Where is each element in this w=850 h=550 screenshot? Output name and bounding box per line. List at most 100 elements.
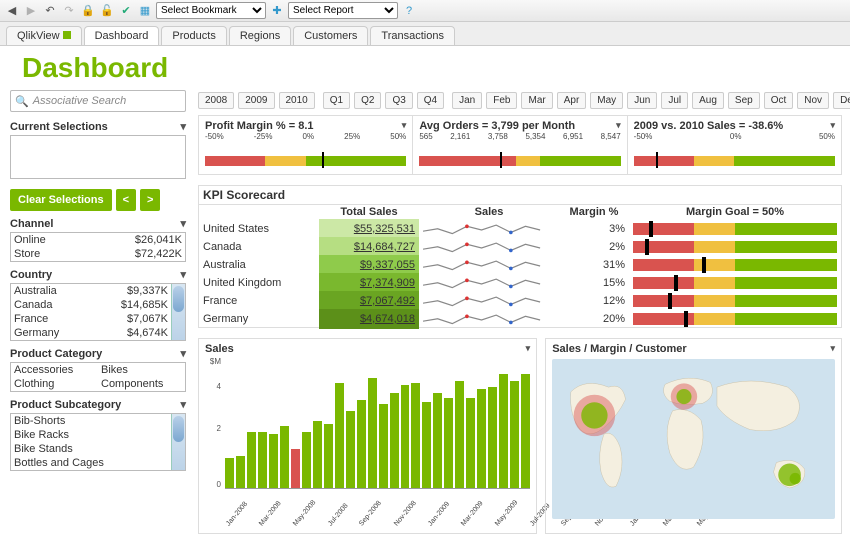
layout-icon[interactable]: ▦ xyxy=(137,3,153,19)
bar[interactable] xyxy=(411,383,420,488)
clear-icon[interactable]: ✔ xyxy=(118,3,134,19)
table-row[interactable]: Canada$14,684,7272% xyxy=(199,237,841,255)
chevron-down-icon[interactable]: ▾ xyxy=(830,343,835,355)
bar[interactable] xyxy=(335,383,344,488)
bar[interactable] xyxy=(444,398,453,488)
world-map[interactable] xyxy=(552,359,835,519)
month-pill[interactable]: Sep xyxy=(728,92,760,109)
tab-transactions[interactable]: Transactions xyxy=(370,26,455,45)
bar[interactable] xyxy=(291,449,300,488)
month-pill[interactable]: Apr xyxy=(557,92,587,109)
scrollbar[interactable] xyxy=(171,284,185,340)
page-title: Dashboard xyxy=(10,46,186,86)
clear-selections-button[interactable]: Clear Selections xyxy=(10,189,112,211)
year-pill[interactable]: 2009 xyxy=(238,92,274,109)
product-subcategory-header[interactable]: Product Subcategory▾ xyxy=(10,398,186,411)
bookmark-select[interactable]: Select Bookmark xyxy=(156,2,266,19)
sheet-tabs: QlikView Dashboard Products Regions Cust… xyxy=(0,22,850,46)
kpi-gauge: 2009 vs. 2010 Sales = -38.6%▾-50%0%50% xyxy=(627,115,842,175)
help-icon[interactable]: ? xyxy=(401,3,417,19)
kpi-scorecard: KPI Scorecard Total Sales Sales Margin %… xyxy=(198,185,842,328)
month-pill[interactable]: Oct xyxy=(764,92,794,109)
product-category-listbox[interactable]: AccessoriesBikes ClothingComponents xyxy=(10,362,186,392)
chevron-down-icon[interactable]: ▾ xyxy=(616,120,621,132)
year-pill[interactable]: 2008 xyxy=(198,92,234,109)
lock-icon[interactable]: 🔒 xyxy=(80,3,96,19)
month-pill[interactable]: Feb xyxy=(486,92,517,109)
month-pill[interactable]: Jul xyxy=(661,92,688,109)
bar[interactable] xyxy=(521,374,530,488)
table-row[interactable]: France$7,067,49212% xyxy=(199,291,841,309)
bar[interactable] xyxy=(324,424,333,489)
year-pill[interactable]: 2010 xyxy=(279,92,315,109)
bar[interactable] xyxy=(510,381,519,489)
back-icon[interactable]: ◀ xyxy=(4,3,20,19)
current-selections-box xyxy=(10,135,186,179)
month-pill[interactable]: May xyxy=(590,92,623,109)
channel-listbox[interactable]: Online$26,041K Store$72,422K xyxy=(10,232,186,262)
bar[interactable] xyxy=(433,393,442,488)
scrollbar[interactable] xyxy=(171,414,185,470)
table-row[interactable]: Australia$9,337,05531% xyxy=(199,255,841,273)
month-pill[interactable]: Aug xyxy=(692,92,724,109)
bar[interactable] xyxy=(401,385,410,488)
bar[interactable] xyxy=(269,434,278,488)
bar[interactable] xyxy=(280,426,289,488)
table-row[interactable]: United States$55,325,5313% xyxy=(199,219,841,237)
bar[interactable] xyxy=(225,458,234,488)
quarter-pill[interactable]: Q4 xyxy=(417,92,444,109)
bar[interactable] xyxy=(302,432,311,488)
bar[interactable] xyxy=(477,389,486,488)
bar[interactable] xyxy=(455,381,464,489)
bar[interactable] xyxy=(258,432,267,488)
bookmark-add-icon[interactable]: ✚ xyxy=(269,3,285,19)
redo-icon[interactable]: ↷ xyxy=(61,3,77,19)
month-pill[interactable]: Jan xyxy=(452,92,482,109)
undo-icon[interactable]: ↶ xyxy=(42,3,58,19)
country-listbox[interactable]: Australia$9,337K Canada$14,685K France$7… xyxy=(10,283,186,341)
nav-next-button[interactable]: > xyxy=(140,189,160,211)
bar[interactable] xyxy=(357,400,366,488)
month-pill[interactable]: Jun xyxy=(627,92,657,109)
nav-prev-button[interactable]: < xyxy=(116,189,136,211)
month-pill[interactable]: Mar xyxy=(521,92,552,109)
product-category-header[interactable]: Product Category▾ xyxy=(10,347,186,360)
bar[interactable] xyxy=(236,456,245,488)
current-selections-header[interactable]: Current Selections▾ xyxy=(10,120,186,133)
bar[interactable] xyxy=(247,432,256,488)
country-header[interactable]: Country▾ xyxy=(10,268,186,281)
chevron-down-icon[interactable]: ▾ xyxy=(830,120,835,132)
chevron-down-icon[interactable]: ▾ xyxy=(526,343,531,355)
quarter-pill[interactable]: Q3 xyxy=(385,92,412,109)
chevron-down-icon[interactable]: ▾ xyxy=(402,120,407,132)
bar[interactable] xyxy=(422,402,431,488)
quarter-pill[interactable]: Q1 xyxy=(323,92,350,109)
report-select[interactable]: Select Report xyxy=(288,2,398,19)
bar[interactable] xyxy=(499,374,508,488)
tab-products[interactable]: Products xyxy=(161,26,226,45)
table-row[interactable]: Germany$4,674,01820% xyxy=(199,309,841,327)
channel-header[interactable]: Channel▾ xyxy=(10,217,186,230)
tab-regions[interactable]: Regions xyxy=(229,26,291,45)
quarter-pill[interactable]: Q2 xyxy=(354,92,381,109)
unlock-icon[interactable]: 🔓 xyxy=(99,3,115,19)
bar[interactable] xyxy=(379,404,388,488)
bar[interactable] xyxy=(488,387,497,488)
table-row[interactable]: United Kingdom$7,374,90915% xyxy=(199,273,841,291)
bar[interactable] xyxy=(313,421,322,488)
bar[interactable] xyxy=(390,393,399,488)
kpi-gauge: Profit Margin % = 8.1▾-50%-25%0%25%50% xyxy=(198,115,412,175)
product-subcategory-listbox[interactable]: Bib-Shorts Bike Racks Bike Stands Bottle… xyxy=(10,413,186,471)
bar[interactable] xyxy=(346,411,355,488)
month-pill[interactable]: Nov xyxy=(797,92,829,109)
col-margin-goal: Margin Goal = 50% xyxy=(629,206,841,218)
month-pill[interactable]: Dec xyxy=(833,92,850,109)
search-input[interactable]: 🔍 Associative Search xyxy=(10,90,186,112)
forward-icon[interactable]: ▶ xyxy=(23,3,39,19)
tab-dashboard[interactable]: Dashboard xyxy=(84,26,160,45)
tab-customers[interactable]: Customers xyxy=(293,26,368,45)
bar[interactable] xyxy=(466,398,475,488)
kpi-gauge: Avg Orders = 3,799 per Month▾5652,1613,7… xyxy=(412,115,626,175)
tab-qlikview[interactable]: QlikView xyxy=(6,26,82,45)
bar[interactable] xyxy=(368,378,377,488)
